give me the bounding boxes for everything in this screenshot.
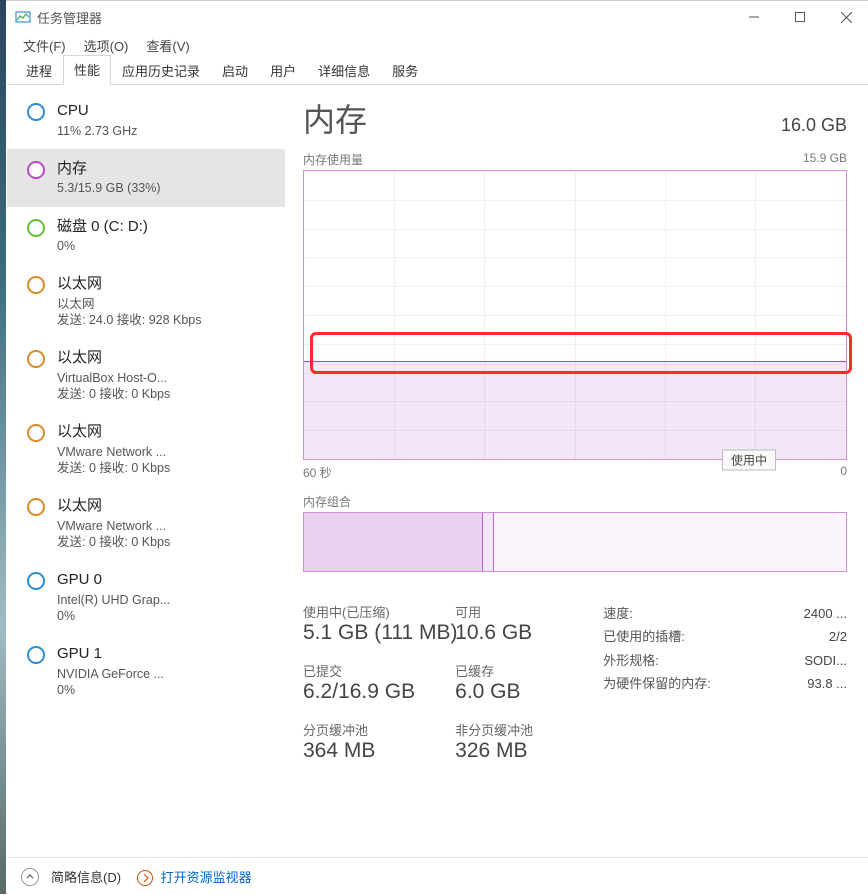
usage-graph-label: 内存使用量 — [303, 151, 363, 168]
sidebar-title: GPU 1 — [57, 644, 164, 664]
titlebar[interactable]: 任务管理器 — [7, 1, 868, 33]
sidebar-sub: Intel(R) UHD Grap... — [57, 592, 170, 608]
resource-monitor-icon — [137, 870, 153, 886]
tab-processes[interactable]: 进程 — [15, 56, 63, 85]
composition-label: 内存组合 — [303, 493, 847, 510]
stat-label-avail: 可用 — [455, 602, 583, 621]
sidebar-item-memory[interactable]: 内存 5.3/15.9 GB (33%) — [7, 149, 285, 207]
tab-services[interactable]: 服务 — [381, 56, 429, 85]
meta-value-reserved: 93.8 ... — [807, 672, 847, 695]
sidebar-sub: 0% — [57, 238, 148, 254]
detail-title: 内存 — [303, 95, 367, 141]
tab-details[interactable]: 详细信息 — [307, 56, 381, 85]
memory-composition-graph[interactable] — [303, 512, 847, 572]
sidebar-sub2: 发送: 24.0 接收: 928 Kbps — [57, 312, 202, 328]
sidebar-item-ethernet-2[interactable]: 以太网 VMware Network ... 发送: 0 接收: 0 Kbps — [7, 412, 285, 486]
sidebar-title: GPU 0 — [57, 570, 170, 590]
stat-value-cached: 6.0 GB — [455, 680, 583, 704]
stat-value-inuse: 5.1 GB (111 MB) — [303, 621, 431, 645]
resource-monitor-link[interactable]: 打开资源监视器 — [161, 870, 252, 885]
sidebar-title: 磁盘 0 (C: D:) — [57, 217, 148, 237]
tab-app-history[interactable]: 应用历史记录 — [111, 56, 211, 85]
meta-label-reserved: 为硬件保留的内存: — [603, 672, 711, 695]
memory-total: 16.0 GB — [781, 115, 847, 136]
stat-value-nonpaged: 326 MB — [455, 739, 583, 763]
stat-value-committed: 6.2/16.9 GB — [303, 680, 431, 704]
app-icon — [15, 9, 31, 25]
fewer-details-link[interactable]: 简略信息(D) — [51, 867, 121, 886]
meta-label-form: 外形规格: — [603, 649, 659, 672]
ethernet-ring-icon — [27, 350, 45, 368]
memory-ring-icon — [27, 161, 45, 179]
meta-value-speed: 2400 ... — [804, 602, 847, 625]
sidebar-title: CPU — [57, 101, 137, 121]
sidebar-sub2: 发送: 0 接收: 0 Kbps — [57, 534, 170, 550]
memory-fill — [304, 361, 846, 459]
cpu-ring-icon — [27, 103, 45, 121]
menu-view[interactable]: 查看(V) — [140, 34, 195, 57]
inuse-marker-label: 使用中 — [722, 450, 776, 471]
stat-value-avail: 10.6 GB — [455, 621, 583, 645]
sidebar-sub2: 0% — [57, 682, 164, 698]
stat-label-nonpaged: 非分页缓冲池 — [455, 720, 583, 739]
gpu-ring-icon — [27, 572, 45, 590]
tab-performance[interactable]: 性能 — [63, 55, 111, 85]
sidebar-sub: NVIDIA GeForce ... — [57, 666, 164, 682]
meta-label-speed: 速度: — [603, 602, 633, 625]
usage-graph-max: 15.9 GB — [803, 151, 847, 168]
sidebar-title: 以太网 — [57, 348, 170, 368]
tabs: 进程 性能 应用历史记录 启动 用户 详细信息 服务 — [7, 57, 868, 85]
chevron-up-icon[interactable] — [21, 868, 39, 886]
ethernet-ring-icon — [27, 498, 45, 516]
maximize-button[interactable] — [777, 1, 823, 33]
sidebar-title: 以太网 — [57, 496, 170, 516]
minimize-button[interactable] — [731, 1, 777, 33]
memory-usage-graph[interactable]: 使用中 — [303, 170, 847, 460]
performance-sidebar: CPU 11% 2.73 GHz 内存 5.3/15.9 GB (33%) 磁盘… — [7, 85, 285, 857]
sidebar-item-ethernet-1[interactable]: 以太网 VirtualBox Host-O... 发送: 0 接收: 0 Kbp… — [7, 338, 285, 412]
graph-x-left: 60 秒 — [303, 464, 332, 481]
sidebar-title: 以太网 — [57, 422, 170, 442]
sidebar-sub: 以太网 — [57, 296, 202, 312]
close-button[interactable] — [823, 1, 868, 33]
sidebar-item-gpu-1[interactable]: GPU 1 NVIDIA GeForce ... 0% — [7, 634, 285, 708]
tab-startup[interactable]: 启动 — [211, 56, 259, 85]
sidebar-item-cpu[interactable]: CPU 11% 2.73 GHz — [7, 91, 285, 149]
sidebar-sub: VMware Network ... — [57, 444, 170, 460]
tab-users[interactable]: 用户 — [259, 56, 307, 85]
stat-label-paged: 分页缓冲池 — [303, 720, 431, 739]
footer: 简略信息(D) 打开资源监视器 — [7, 857, 868, 895]
menubar: 文件(F) 选项(O) 查看(V) — [7, 33, 868, 57]
sidebar-item-gpu-0[interactable]: GPU 0 Intel(R) UHD Grap... 0% — [7, 560, 285, 634]
sidebar-sub2: 发送: 0 接收: 0 Kbps — [57, 460, 170, 476]
meta-label-slots: 已使用的插槽: — [603, 625, 685, 648]
detail-pane: 内存 16.0 GB 内存使用量 15.9 GB 使用中 — [285, 85, 868, 857]
sidebar-sub: 5.3/15.9 GB (33%) — [57, 180, 161, 196]
stat-label-committed: 已提交 — [303, 661, 431, 680]
ethernet-ring-icon — [27, 424, 45, 442]
ethernet-ring-icon — [27, 276, 45, 294]
stat-value-paged: 364 MB — [303, 739, 431, 763]
sidebar-sub: VirtualBox Host-O... — [57, 370, 170, 386]
sidebar-sub2: 发送: 0 接收: 0 Kbps — [57, 386, 170, 402]
menu-file[interactable]: 文件(F) — [17, 34, 72, 57]
sidebar-sub: VMware Network ... — [57, 518, 170, 534]
sidebar-title: 内存 — [57, 159, 161, 179]
menu-options[interactable]: 选项(O) — [78, 34, 135, 57]
window-title: 任务管理器 — [37, 8, 102, 27]
meta-value-slots: 2/2 — [829, 625, 847, 648]
stat-label-inuse: 使用中(已压缩) — [303, 602, 431, 621]
sidebar-sub2: 0% — [57, 608, 170, 624]
sidebar-item-disk-0[interactable]: 磁盘 0 (C: D:) 0% — [7, 207, 285, 265]
task-manager-window: 任务管理器 文件(F) 选项(O) 查看(V) 进程 性能 应用历史记录 启动 … — [7, 1, 868, 895]
sidebar-sub: 11% 2.73 GHz — [57, 123, 137, 139]
sidebar-item-ethernet-0[interactable]: 以太网 以太网 发送: 24.0 接收: 928 Kbps — [7, 264, 285, 338]
meta-value-form: SODI... — [804, 649, 847, 672]
sidebar-item-ethernet-3[interactable]: 以太网 VMware Network ... 发送: 0 接收: 0 Kbps — [7, 486, 285, 560]
sidebar-title: 以太网 — [57, 274, 202, 294]
gpu-ring-icon — [27, 646, 45, 664]
disk-ring-icon — [27, 219, 45, 237]
stat-label-cached: 已缓存 — [455, 661, 583, 680]
graph-x-right: 0 — [840, 464, 847, 481]
